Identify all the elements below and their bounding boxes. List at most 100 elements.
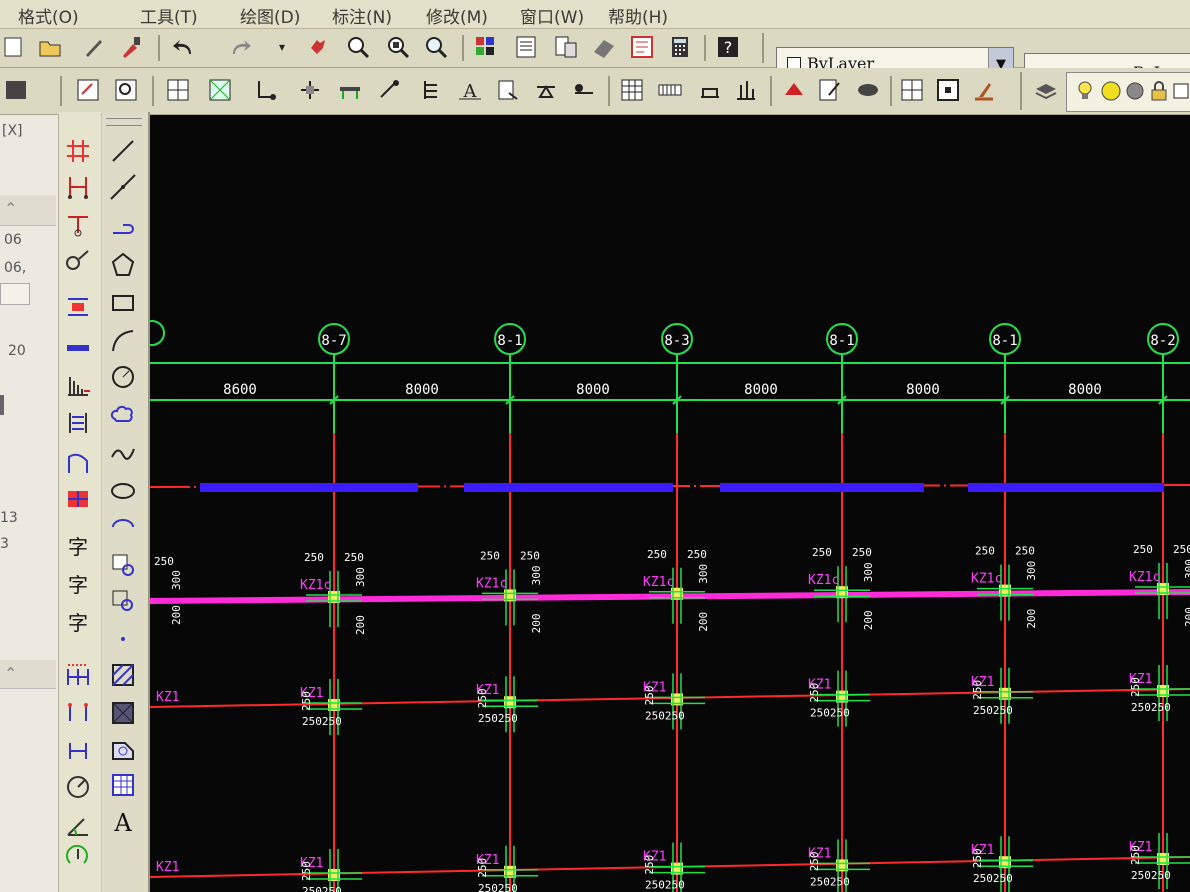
column-dim: 250 (647, 548, 667, 561)
multi-text-icon[interactable]: 字 (63, 606, 93, 636)
menu-draw[interactable]: 绘图(D) (240, 3, 300, 28)
spline-icon[interactable] (108, 438, 138, 468)
dim-axis-icon[interactable] (63, 736, 93, 766)
edit-pen-icon[interactable] (816, 76, 844, 104)
dim-chain-icon[interactable] (63, 660, 93, 690)
view-icon[interactable] (854, 76, 882, 104)
revision-cloud-icon[interactable] (108, 400, 138, 430)
schedule-icon[interactable] (618, 76, 646, 104)
menu-format[interactable]: 格式(O) (18, 3, 79, 28)
column-dim: 250 (480, 549, 500, 562)
edit-text-icon[interactable] (74, 76, 102, 104)
sheet-set-icon[interactable] (590, 33, 618, 61)
undo-icon[interactable] (170, 33, 198, 61)
rebar-table-icon[interactable] (656, 76, 684, 104)
dim-arc-icon[interactable] (63, 842, 93, 872)
hatch-icon[interactable] (108, 660, 138, 690)
text-style-icon[interactable]: 字 (63, 530, 93, 560)
elevation-icon[interactable] (532, 76, 560, 104)
menu-modify[interactable]: 修改(M) (426, 3, 488, 28)
rectangle-icon[interactable] (108, 288, 138, 318)
tool-palettes-icon[interactable] (552, 33, 580, 61)
matchprop-icon[interactable] (118, 33, 146, 61)
palette-grip[interactable] (106, 118, 142, 126)
axis-icon[interactable] (252, 76, 280, 104)
make-block-icon[interactable] (108, 586, 138, 616)
chevron-up-icon[interactable]: ⌃ (4, 199, 17, 218)
slab-insert-icon[interactable] (63, 408, 93, 438)
arc-icon[interactable] (108, 326, 138, 356)
axis-dimension-icon[interactable] (63, 172, 93, 202)
menu-help[interactable]: 帮助(H) (608, 3, 668, 28)
circle-icon[interactable] (108, 362, 138, 392)
region-icon[interactable] (108, 734, 138, 764)
toolbar-grip-icon[interactable] (2, 76, 30, 104)
rebar-detail-icon[interactable] (63, 484, 93, 514)
multiline-text-icon[interactable]: A (108, 808, 138, 838)
block-icon[interactable] (206, 76, 234, 104)
redo-dropdown-icon[interactable]: ▾ (268, 33, 296, 61)
beam-icon[interactable] (336, 76, 364, 104)
point-icon[interactable] (108, 624, 138, 654)
gradient-icon[interactable] (108, 698, 138, 728)
panel-close-fragment[interactable]: [X] (2, 123, 23, 139)
open-icon[interactable] (36, 33, 64, 61)
zoom-previous-icon[interactable] (422, 33, 450, 61)
wall-chart-icon[interactable] (63, 370, 93, 400)
layers-icon[interactable] (1032, 76, 1060, 104)
panel-field[interactable] (0, 283, 30, 305)
table-draw-icon[interactable] (108, 770, 138, 800)
ellipse-arc-icon[interactable] (108, 512, 138, 542)
menu-window[interactable]: 窗口(W) (520, 3, 584, 28)
section-mark-icon[interactable] (570, 76, 598, 104)
zoom-realtime-icon[interactable] (344, 33, 372, 61)
single-text-icon[interactable]: 字 (63, 568, 93, 598)
viewports-icon[interactable] (898, 76, 926, 104)
bulb-icon[interactable] (1071, 77, 1099, 105)
stair-icon[interactable] (696, 76, 724, 104)
table-icon[interactable] (164, 76, 192, 104)
column-dim: 250 (643, 855, 656, 875)
layer-state-select[interactable] (1066, 72, 1190, 112)
help-icon[interactable]: ? (714, 33, 742, 61)
markup-icon[interactable] (628, 33, 656, 61)
zoom-window-icon[interactable] (384, 33, 412, 61)
menu-tools[interactable]: 工具(T) (140, 3, 198, 28)
pen-icon[interactable] (80, 33, 108, 61)
polyline-icon[interactable] (108, 212, 138, 242)
dim-radius-icon[interactable] (63, 772, 93, 802)
redo-icon[interactable] (226, 33, 254, 61)
axis-bubble-icon[interactable] (63, 244, 93, 274)
dim-point-icon[interactable] (63, 698, 93, 728)
arch-icon[interactable] (63, 448, 93, 478)
design-center-icon[interactable] (512, 33, 540, 61)
grid-axis-icon[interactable] (63, 136, 93, 166)
menu-dimension[interactable]: 标注(N) (332, 3, 392, 28)
axis-label-icon[interactable] (63, 208, 93, 238)
single-viewport-icon[interactable] (934, 76, 962, 104)
find-icon[interactable] (112, 76, 140, 104)
drawing-canvas[interactable]: 8-7 8-1 8-3 8-1 8-1 8-2 8600 8000 8000 8000 8000 80… (150, 115, 1190, 892)
column-grid-icon[interactable] (296, 76, 324, 104)
leader-icon[interactable] (494, 76, 522, 104)
calculator-icon[interactable] (666, 33, 694, 61)
rebar-icon[interactable] (376, 76, 404, 104)
beam-insert-icon[interactable] (63, 334, 93, 364)
new-icon[interactable] (0, 33, 28, 61)
calculate-icon[interactable] (780, 76, 808, 104)
foundation-icon[interactable] (732, 76, 760, 104)
polygon-icon[interactable] (108, 250, 138, 280)
chevron-up-icon[interactable]: ⌃ (4, 664, 17, 683)
paint-icon[interactable] (970, 76, 998, 104)
construction-line-icon[interactable] (108, 172, 138, 202)
layer-color-icon[interactable] (1167, 77, 1190, 105)
pan-icon[interactable] (304, 33, 332, 61)
dim-angle-icon[interactable] (63, 810, 93, 840)
insert-block-icon[interactable] (108, 550, 138, 580)
column-insert-icon[interactable] (63, 292, 93, 322)
line-icon[interactable] (108, 136, 138, 166)
properties-icon[interactable] (472, 33, 500, 61)
ellipse-icon[interactable] (108, 476, 138, 506)
text-label-icon[interactable]: A (456, 76, 484, 104)
slab-icon[interactable] (416, 76, 444, 104)
